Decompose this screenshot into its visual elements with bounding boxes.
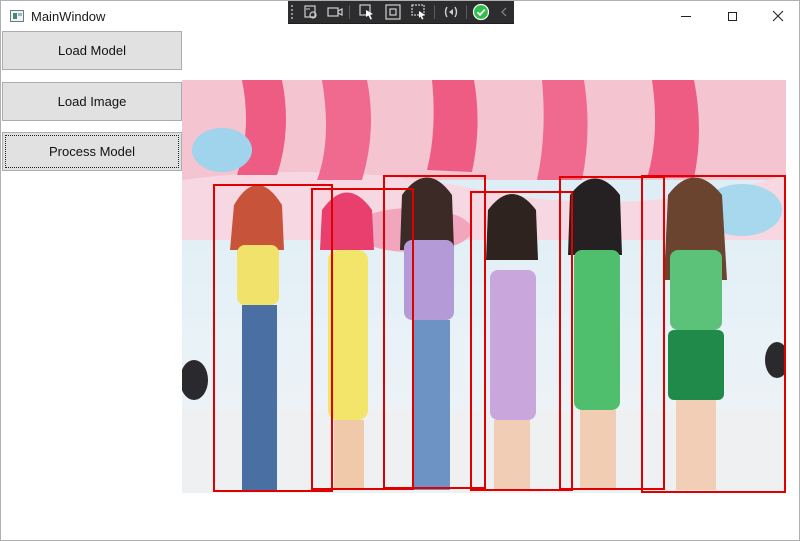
load-model-button[interactable]: Load Model: [2, 31, 182, 70]
check-icon[interactable]: [472, 3, 490, 21]
hot-reload-icon[interactable]: [442, 3, 460, 21]
pointer-icon[interactable]: [358, 3, 376, 21]
collapse-icon[interactable]: [496, 3, 514, 21]
debug-toolbar: [288, 1, 514, 24]
grip-icon[interactable]: [290, 4, 294, 20]
detection-box: [470, 191, 573, 491]
display-layout-icon[interactable]: [410, 3, 428, 21]
select-element-icon[interactable]: [302, 3, 320, 21]
result-image: [182, 80, 786, 493]
close-button[interactable]: [755, 1, 800, 31]
minimize-icon: [681, 15, 691, 17]
main-window: MainWindow Load Model Load Image Process…: [0, 0, 800, 541]
app-icon: [10, 10, 24, 22]
toolbar-separator: [434, 5, 435, 19]
inspect-icon[interactable]: [384, 3, 402, 21]
toolbar-separator: [466, 5, 467, 19]
detection-box: [641, 175, 786, 493]
title-bar[interactable]: MainWindow: [1, 1, 799, 31]
maximize-icon: [727, 11, 737, 21]
close-icon: [772, 10, 784, 22]
window-title: MainWindow: [31, 9, 106, 24]
minimize-button[interactable]: [663, 1, 709, 31]
load-image-button[interactable]: Load Image: [2, 82, 182, 121]
process-model-button[interactable]: Process Model: [2, 132, 182, 171]
maximize-button[interactable]: [709, 1, 755, 31]
toolbar-separator: [349, 5, 350, 19]
record-icon[interactable]: [326, 3, 344, 21]
